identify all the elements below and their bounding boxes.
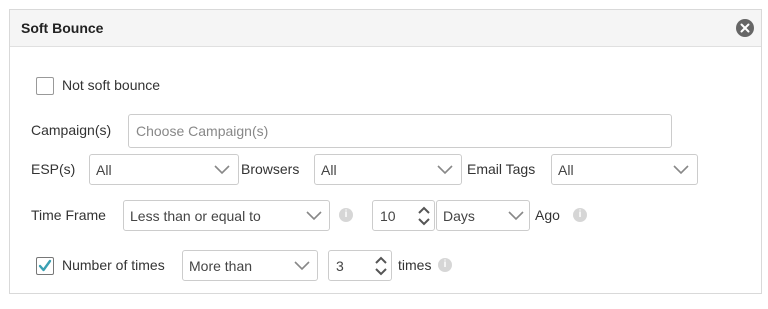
time-frame-unit-select[interactable]: Days — [436, 200, 530, 231]
esp-label: ESP(s) — [31, 161, 76, 177]
esp-select[interactable]: All — [89, 154, 239, 185]
esp-value: All — [96, 161, 112, 178]
number-of-times-operator-value: More than — [189, 257, 253, 274]
campaign-placeholder: Choose Campaign(s) — [136, 123, 269, 139]
campaign-label: Campaign(s) — [31, 122, 112, 138]
not-soft-bounce-checkbox[interactable] — [36, 77, 54, 95]
number-of-times-checkbox[interactable] — [36, 257, 54, 275]
spinner-icon — [418, 206, 430, 225]
checkmark-icon — [38, 259, 52, 272]
number-of-times-suffix: times — [398, 257, 432, 273]
soft-bounce-panel: Soft Bounce Not soft bounce Campaign(s) … — [9, 9, 762, 294]
chevron-down-icon — [214, 164, 230, 174]
chevron-down-icon — [306, 210, 322, 220]
email-tags-select[interactable]: All — [551, 154, 698, 185]
time-frame-suffix: Ago — [535, 207, 560, 223]
spinner-icon — [375, 256, 387, 275]
chevron-down-icon — [508, 210, 524, 220]
campaign-input[interactable]: Choose Campaign(s) — [128, 114, 672, 148]
time-frame-label: Time Frame — [31, 207, 106, 223]
chevron-down-icon — [437, 164, 453, 174]
info-icon[interactable]: i — [339, 208, 353, 222]
not-soft-bounce-label: Not soft bounce — [62, 77, 161, 93]
panel-title: Soft Bounce — [21, 20, 104, 36]
number-of-times-amount-value: 3 — [336, 257, 344, 274]
time-frame-unit-value: Days — [443, 207, 475, 224]
time-frame-operator-value: Less than or equal to — [130, 207, 261, 224]
time-frame-amount-input[interactable]: 10 — [372, 200, 435, 231]
browsers-label: Browsers — [241, 161, 300, 177]
panel-header: Soft Bounce — [10, 10, 761, 47]
close-icon[interactable] — [736, 19, 754, 37]
time-frame-amount-value: 10 — [380, 207, 396, 224]
info-icon[interactable]: i — [573, 208, 587, 222]
email-tags-value: All — [558, 161, 574, 178]
time-frame-operator-select[interactable]: Less than or equal to — [123, 200, 330, 231]
info-icon[interactable]: i — [438, 258, 452, 272]
browsers-value: All — [321, 161, 337, 178]
chevron-down-icon — [294, 260, 310, 270]
browsers-select[interactable]: All — [314, 154, 462, 185]
email-tags-label: Email Tags — [467, 161, 536, 177]
number-of-times-amount-input[interactable]: 3 — [328, 250, 392, 281]
number-of-times-label: Number of times — [62, 257, 165, 273]
number-of-times-operator-select[interactable]: More than — [182, 250, 318, 281]
chevron-down-icon — [673, 164, 689, 174]
